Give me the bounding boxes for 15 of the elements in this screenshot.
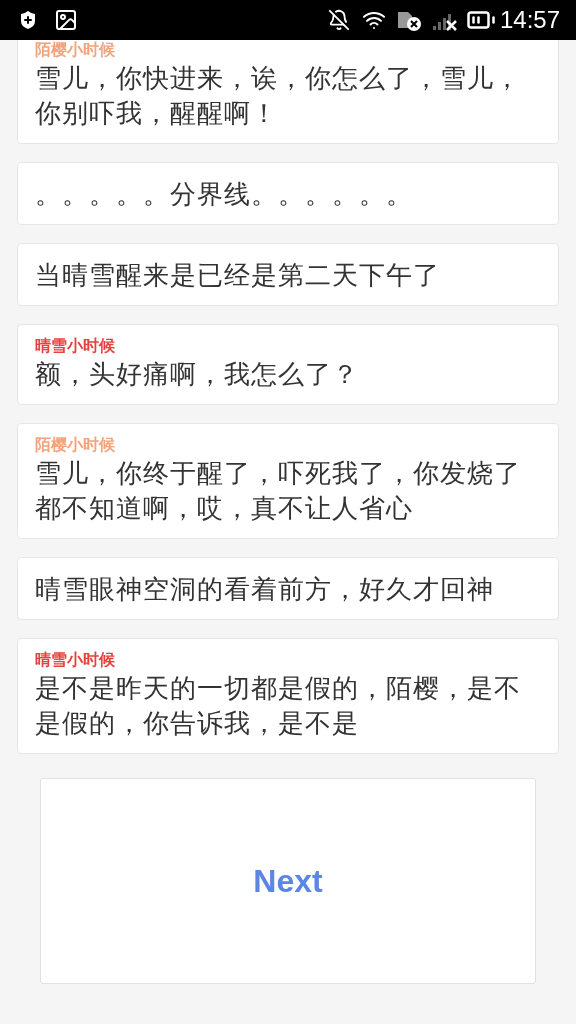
message-text: 雪儿，你终于醒了，吓死我了，你发烧了都不知道啊，哎，真不让人省心 — [35, 457, 522, 525]
message-text: 当晴雪醒来是已经是第二天下午了 — [35, 259, 441, 292]
next-button[interactable]: Next — [40, 778, 536, 984]
speaker-name: 晴雪小时候 — [35, 335, 116, 357]
message-text: 额，头好痛啊，我怎么了？ — [35, 358, 360, 391]
speaker-name: 陌樱小时候 — [35, 40, 116, 61]
message-text: 雪儿，你快进来，诶，你怎么了，雪儿，你别吓我，醒醒啊！ — [35, 62, 522, 130]
speaker-name: 陌樱小时候 — [35, 434, 116, 456]
speaker-name: 晴雪小时候 — [35, 649, 116, 671]
clock-time: 14:57 — [499, 5, 560, 35]
message-text: 。。。。。分界线。。。。。。 — [35, 178, 414, 211]
image-icon — [54, 8, 78, 32]
message-text: 是不是昨天的一切都是假的，陌樱，是不是假的，你告诉我，是不是 — [35, 672, 522, 740]
message-text: 晴雪眼神空洞的看着前方，好久才回神 — [35, 573, 495, 606]
bell-off-icon — [327, 9, 350, 31]
